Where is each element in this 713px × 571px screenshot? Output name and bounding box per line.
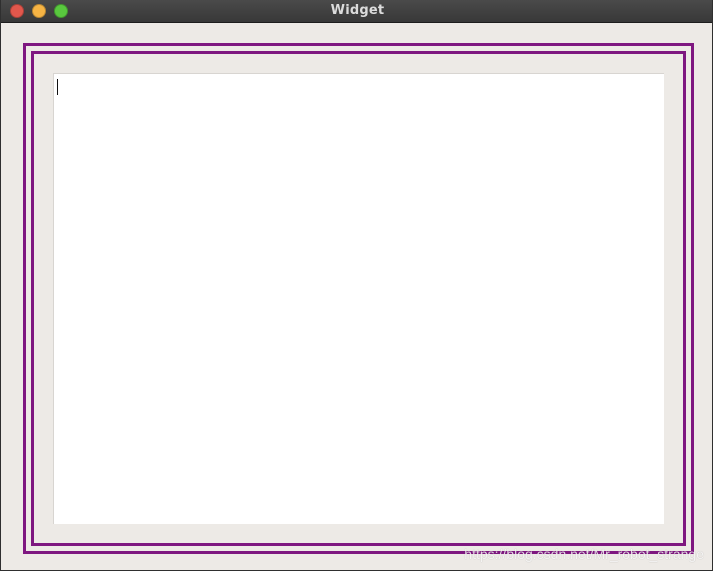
- window-title: Widget: [330, 3, 385, 18]
- window-titlebar[interactable]: Widget: [1, 0, 712, 23]
- widget-content: https://blog.csdn.net/Mr_robot_strange: [1, 23, 712, 570]
- text-edit-area[interactable]: [53, 73, 664, 524]
- widget-window: Widget https://blog.csdn.net/Mr_robot_st…: [0, 0, 713, 571]
- text-cursor: [57, 79, 58, 95]
